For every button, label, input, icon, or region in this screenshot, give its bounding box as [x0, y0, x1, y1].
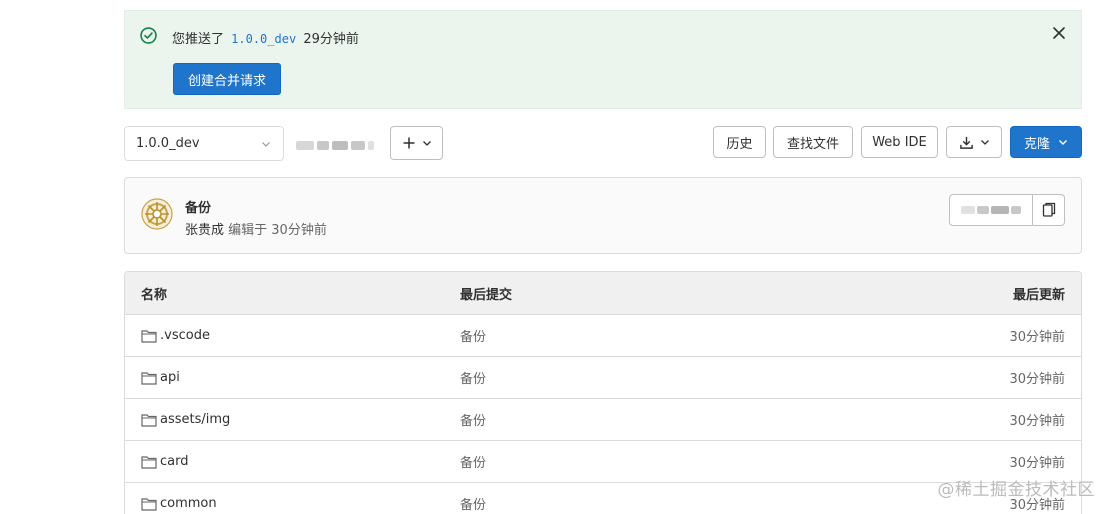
file-name[interactable]: api: [160, 370, 180, 385]
commit-title[interactable]: 备份: [185, 197, 211, 216]
commit-message[interactable]: 备份: [460, 399, 486, 440]
commit-message[interactable]: 备份: [460, 357, 486, 398]
chevron-down-icon: [980, 140, 989, 145]
commit-message[interactable]: 备份: [460, 315, 486, 356]
file-name[interactable]: card: [160, 454, 188, 469]
find-file-button[interactable]: 查找文件: [773, 126, 853, 158]
folder-icon: [141, 455, 157, 469]
commit-sha-button[interactable]: [949, 194, 1033, 226]
name-cell: common: [141, 483, 217, 514]
check-circle-icon: [140, 27, 157, 44]
history-button[interactable]: 历史: [713, 126, 766, 158]
updated-time: 30分钟前: [1009, 414, 1065, 429]
column-header-last-commit: 最后提交: [460, 287, 513, 303]
updated-time: 30分钟前: [1009, 372, 1065, 387]
commit-author[interactable]: 张贵成: [185, 223, 224, 238]
table-row[interactable]: assets/img 备份 30分钟前: [125, 399, 1081, 441]
push-message-prefix: 您推送了: [172, 32, 225, 47]
chevron-down-icon: [1059, 140, 1067, 145]
close-icon[interactable]: [1052, 26, 1066, 40]
avatar[interactable]: [141, 198, 173, 230]
column-header-last-update: 最后更新: [1012, 287, 1065, 303]
repository-page: 您推送了 1.0.0_dev 29分钟前 创建合并请求 1.0.0_dev 历史: [0, 0, 1111, 514]
create-merge-request-button[interactable]: 创建合并请求: [173, 63, 281, 95]
push-message-time: 29分钟前: [303, 32, 359, 47]
folder-icon: [141, 413, 157, 427]
folder-icon: [141, 329, 157, 343]
add-to-tree-dropdown[interactable]: [390, 126, 443, 160]
chevron-down-icon: [262, 142, 270, 147]
column-header-name: 名称: [141, 287, 168, 303]
folder-icon: [141, 371, 157, 385]
name-cell: card: [141, 441, 188, 482]
file-name[interactable]: assets/img: [160, 412, 230, 427]
copy-sha-button[interactable]: [1033, 194, 1065, 226]
table-row[interactable]: .vscode 备份 30分钟前: [125, 315, 1081, 357]
commit-meta-time: 编辑于 30分钟前: [228, 223, 327, 238]
web-ide-button[interactable]: Web IDE: [861, 126, 938, 158]
updated-time: 30分钟前: [1009, 330, 1065, 345]
project-path-breadcrumb[interactable]: [296, 138, 378, 152]
name-cell: api: [141, 357, 180, 398]
watermark: @稀土掘金技术社区: [937, 480, 1095, 500]
chevron-down-icon: [422, 141, 431, 146]
name-cell: .vscode: [141, 315, 210, 356]
commit-sha-group: [949, 194, 1065, 226]
file-name[interactable]: .vscode: [160, 328, 210, 343]
table-header: 名称 最后提交 最后更新: [125, 272, 1081, 315]
branch-selector-value: 1.0.0_dev: [136, 136, 200, 151]
clone-label: 克隆: [1023, 136, 1050, 152]
folder-icon: [141, 497, 157, 511]
pushed-branch-name[interactable]: 1.0.0_dev: [231, 32, 296, 46]
plus-icon: [403, 137, 414, 149]
copy-icon: [1042, 202, 1055, 217]
commit-message[interactable]: 备份: [460, 441, 486, 482]
last-commit-card: 备份 张贵成 编辑于 30分钟前: [124, 177, 1082, 254]
branch-selector[interactable]: 1.0.0_dev: [124, 126, 284, 161]
download-dropdown[interactable]: [946, 126, 1002, 158]
commit-message[interactable]: 备份: [460, 483, 486, 514]
commit-meta: 张贵成 编辑于 30分钟前: [185, 219, 327, 238]
clone-dropdown[interactable]: 克隆: [1010, 126, 1082, 158]
download-icon: [959, 136, 973, 149]
table-row[interactable]: api 备份 30分钟前: [125, 357, 1081, 399]
name-cell: assets/img: [141, 399, 230, 440]
push-message: 您推送了 1.0.0_dev 29分钟前: [172, 28, 359, 47]
file-name[interactable]: common: [160, 496, 217, 511]
push-alert: 您推送了 1.0.0_dev 29分钟前 创建合并请求: [124, 10, 1082, 109]
